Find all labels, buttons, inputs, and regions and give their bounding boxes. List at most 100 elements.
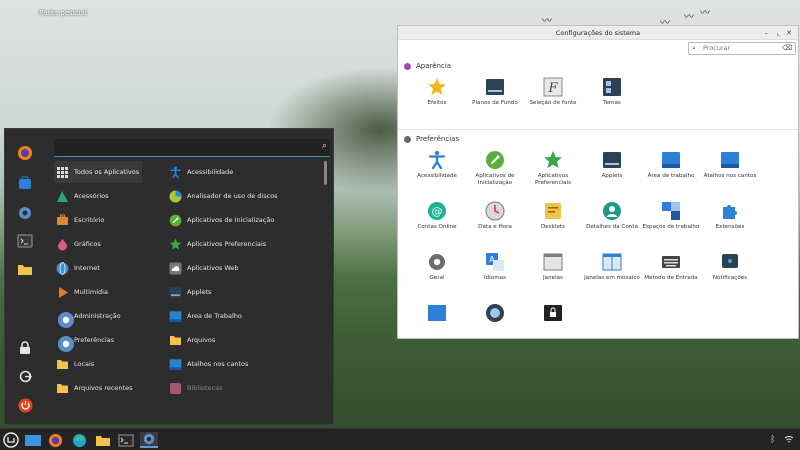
settings-tile[interactable]: Detalhes da Conta xyxy=(582,200,642,231)
menu-app-0[interactable]: Acessibilidade xyxy=(167,161,317,183)
settings-tile[interactable]: Método de Entrada xyxy=(641,251,701,282)
settings-icon[interactable] xyxy=(140,432,158,448)
svg-text:F: F xyxy=(547,81,558,96)
settings-tile[interactable]: Geral xyxy=(407,251,467,282)
settings-tile-label: Desklets xyxy=(540,224,565,230)
settings-search-input[interactable]: ⌕ Procurar ⌫ xyxy=(688,42,796,55)
settings-tile[interactable]: @ Contas Online xyxy=(407,200,467,231)
software-manager-icon[interactable] xyxy=(15,173,35,193)
desktop-icon xyxy=(660,149,682,171)
settings-tile[interactable] xyxy=(407,302,467,326)
settings-tile[interactable]: Applets xyxy=(582,149,642,180)
settings-tile[interactable]: Acessibilidade xyxy=(407,149,467,180)
settings-tile[interactable]: A Idiomas xyxy=(465,251,525,282)
desktop-home-folder[interactable]: Pasta pessoal xyxy=(28,0,98,19)
star-icon xyxy=(542,149,564,171)
terminal-icon[interactable] xyxy=(117,432,135,448)
settings-tile[interactable]: Desklets xyxy=(523,200,583,231)
menu-app-6[interactable]: Área de Trabalho xyxy=(167,305,317,327)
menu-category-8[interactable]: Locais xyxy=(54,353,154,375)
accessibility-icon xyxy=(426,149,448,171)
menu-app-label: Aplicativos Web xyxy=(187,264,239,272)
terminal-icon[interactable] xyxy=(15,231,35,251)
menu-category-1[interactable]: Acessórios xyxy=(54,185,154,207)
menu-category-9[interactable]: Arquivos recentes xyxy=(54,377,154,399)
settings-tile[interactable]: F Seleção de fonte xyxy=(523,76,583,107)
settings-tile[interactable] xyxy=(523,302,583,326)
folder-icon[interactable] xyxy=(15,259,35,279)
settings-tile[interactable]: Janelas xyxy=(523,251,583,282)
menu-icon[interactable] xyxy=(2,432,20,448)
section-header: Preferências xyxy=(404,135,459,143)
rocket-icon xyxy=(484,149,506,171)
settings-tile[interactable]: Janelas em mosaico xyxy=(582,251,642,282)
menu-app-3[interactable]: Aplicativos Preferenciais xyxy=(167,233,317,255)
bird-icon: 〰 xyxy=(700,8,710,19)
settings-tile[interactable]: Extensões xyxy=(700,200,760,231)
menu-app-9[interactable]: Bibliotecas xyxy=(167,377,317,399)
application-menu: ⌕ Todos os Aplicativos Acessórios Escritór… xyxy=(4,128,334,425)
section-icon xyxy=(404,135,411,143)
recent-folder-icon xyxy=(56,382,69,395)
settings-tile[interactable]: Data e Hora xyxy=(465,200,525,231)
lock-icon[interactable] xyxy=(15,337,35,357)
browser-icon[interactable] xyxy=(70,432,88,448)
menu-category-6[interactable]: Administração xyxy=(54,305,154,328)
menu-app-label: Atalhos nos cantos xyxy=(187,360,249,368)
search-icon: ⌕ xyxy=(692,44,696,52)
menu-category-7[interactable]: Preferências xyxy=(54,329,154,352)
close-icon[interactable]: ✕ xyxy=(786,26,792,40)
menu-app-8[interactable]: Atalhos nos cantos xyxy=(167,353,317,375)
network-icon[interactable] xyxy=(782,432,796,448)
bluetooth-icon[interactable]: ᛒ xyxy=(768,432,778,448)
settings-tile-label: Área de trabalho xyxy=(647,173,695,179)
menu-app-5[interactable]: Applets xyxy=(167,281,317,303)
settings-tile[interactable]: Aplicativos Preferenciais xyxy=(523,149,583,187)
settings-gear-icon[interactable] xyxy=(15,203,35,223)
bird-icon: 〰 xyxy=(684,12,694,23)
menu-category-5[interactable]: Multimídia xyxy=(54,281,154,303)
menu-category-label: Administração xyxy=(74,312,121,320)
menu-category-label: Preferências xyxy=(74,336,115,344)
settings-tile-label: Temas xyxy=(603,100,621,106)
menu-app-1[interactable]: Analisador de uso de discos xyxy=(167,185,317,207)
settings-tile[interactable]: Espaços de trabalho xyxy=(641,200,701,231)
clear-icon[interactable]: ⌫ xyxy=(782,43,792,54)
settings-tile-label: Seleção de fonte xyxy=(529,100,577,106)
settings-tile[interactable]: Notificações xyxy=(700,251,760,282)
corners-icon xyxy=(169,358,182,371)
menu-category-4[interactable]: Internet xyxy=(54,257,154,279)
menu-category-3[interactable]: Gráficos xyxy=(54,233,154,255)
menu-app-7[interactable]: Arquivos xyxy=(167,329,317,351)
menu-search-input[interactable]: ⌕ xyxy=(54,139,330,157)
grid-icon xyxy=(56,166,69,179)
settings-tile[interactable]: Aplicativos de Inicialização xyxy=(465,149,525,187)
power-icon[interactable] xyxy=(15,395,35,415)
menu-app-2[interactable]: Aplicativos de Inicialização xyxy=(167,209,317,231)
settings-tile[interactable]: Temas xyxy=(582,76,642,107)
settings-titlebar[interactable]: Configurações do sistema – ⌞ ✕ xyxy=(398,26,798,40)
menu-category-2[interactable]: Escritório xyxy=(54,209,154,231)
menu-category-0[interactable]: Todos os Aplicativos xyxy=(54,161,142,183)
window-title: Configurações do sistema xyxy=(555,29,641,37)
maximize-icon[interactable]: ⌞ xyxy=(777,26,780,40)
settings-tile[interactable] xyxy=(465,302,525,326)
settings-tile[interactable]: Área de trabalho xyxy=(641,149,701,180)
show-desktop-icon[interactable] xyxy=(24,432,42,448)
keyboard-icon xyxy=(660,251,682,273)
settings-tile[interactable]: Atalhos nos cantos xyxy=(700,149,760,180)
files-icon[interactable] xyxy=(94,432,112,448)
menu-scrollbar[interactable] xyxy=(324,161,327,185)
menu-category-label: Acessórios xyxy=(74,192,109,200)
star-icon xyxy=(426,76,448,98)
menu-app-4[interactable]: Aplicativos Web xyxy=(167,257,317,279)
minimize-icon[interactable]: – xyxy=(765,26,769,40)
logout-icon[interactable] xyxy=(15,366,35,386)
firefox-icon[interactable] xyxy=(46,432,64,448)
settings-tile[interactable]: Planos de Fundo xyxy=(465,76,525,107)
settings-tile[interactable]: Efeitos xyxy=(407,76,467,107)
clock-icon xyxy=(484,200,506,222)
menu-category-label: Todos os Aplicativos xyxy=(74,168,140,176)
firefox-icon[interactable] xyxy=(15,143,35,163)
menu-category-label: Internet xyxy=(74,264,100,272)
